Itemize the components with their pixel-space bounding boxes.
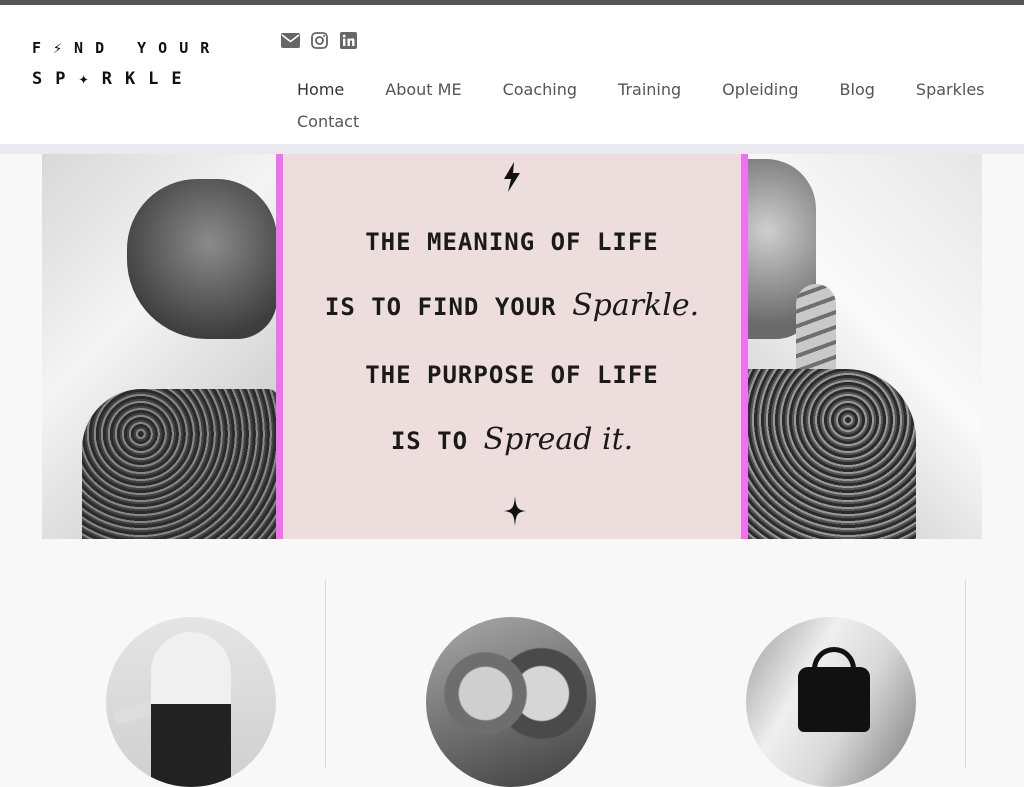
- quote-line-2-prefix: IS TO FIND YOUR: [324, 293, 557, 321]
- nav-item-about-me[interactable]: About ME: [385, 80, 461, 99]
- feature-image-handbag[interactable]: [746, 617, 916, 787]
- hero-photo-left: [42, 154, 278, 539]
- nav-item-training[interactable]: Training: [618, 80, 681, 99]
- quote-line-3: THE PURPOSE OF LIFE: [365, 361, 659, 389]
- hero-photo-right: [746, 154, 982, 539]
- column-divider-2: [965, 579, 966, 769]
- nav-item-contact[interactable]: Contact: [297, 112, 359, 131]
- site-logo[interactable]: F⚡ND YOUR SP✦RKLE: [32, 39, 232, 89]
- quote-line-4-script: Spread it.: [483, 422, 634, 457]
- quote-panel: THE MEANING OF LIFE IS TO FIND YOUR Spar…: [276, 154, 748, 539]
- quote-line-2-script: Sparkle.: [572, 288, 700, 323]
- social-links: [281, 31, 358, 50]
- logo-line-1: F⚡ND YOUR: [32, 39, 222, 57]
- hero-banner: THE MEANING OF LIFE IS TO FIND YOUR Spar…: [42, 154, 982, 539]
- sequin-top-left: [82, 389, 278, 539]
- quote-line-4: IS TO Spread it.: [283, 422, 741, 457]
- nav-item-opleiding[interactable]: Opleiding: [722, 80, 798, 99]
- header-divider: [0, 144, 1024, 154]
- linkedin-icon[interactable]: [339, 31, 358, 50]
- instagram-icon[interactable]: [310, 31, 329, 50]
- nav-item-home[interactable]: Home: [297, 80, 344, 99]
- quote-line-2: IS TO FIND YOUR Sparkle.: [283, 288, 741, 323]
- feature-image-two-women[interactable]: [426, 617, 596, 787]
- nav-row-1: Home About ME Coaching Training Opleidin…: [297, 73, 997, 105]
- logo-line-2: SP✦RKLE: [32, 69, 195, 89]
- feature-image-coaching[interactable]: [106, 617, 276, 787]
- features-section: [0, 539, 1024, 787]
- sparkle-star-icon: [504, 496, 526, 526]
- sequin-top-right: [746, 369, 916, 539]
- main-nav: Home About ME Coaching Training Opleidin…: [297, 73, 997, 137]
- nav-item-coaching[interactable]: Coaching: [503, 80, 577, 99]
- woman-figure: [151, 632, 231, 787]
- woman-head-left: [127, 179, 277, 339]
- quote-line-4-prefix: IS TO: [390, 427, 469, 455]
- column-divider-1: [325, 579, 326, 769]
- envelope-icon[interactable]: [281, 31, 300, 50]
- nav-item-sparkles[interactable]: Sparkles: [916, 80, 985, 99]
- nav-row-2: Contact: [297, 105, 997, 137]
- black-handbag: [798, 667, 870, 732]
- site-header: F⚡ND YOUR SP✦RKLE Home About ME Coaching…: [0, 5, 1024, 144]
- quote-line-1: THE MEANING OF LIFE: [365, 228, 659, 256]
- lightning-bolt-icon: [504, 162, 520, 192]
- nav-item-blog[interactable]: Blog: [840, 80, 875, 99]
